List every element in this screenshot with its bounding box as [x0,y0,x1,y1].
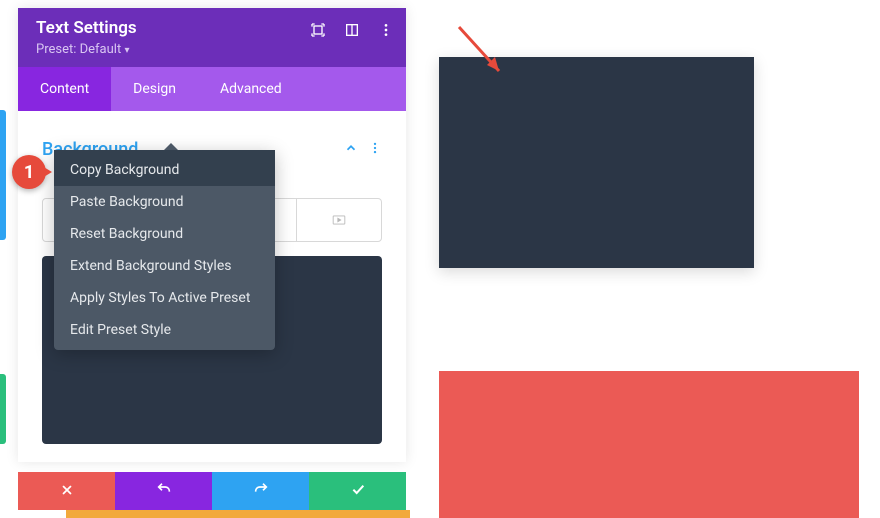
redo-button[interactable] [212,472,309,510]
kebab-menu-icon[interactable] [378,22,394,38]
menu-apply-styles-preset[interactable]: Apply Styles To Active Preset [54,282,275,314]
settings-tabs: Content Design Advanced [18,67,406,111]
annotation-arrow-icon [453,21,513,81]
page-preview-area [415,0,880,518]
tab-advanced[interactable]: Advanced [198,67,304,111]
bg-tab-video[interactable] [297,199,381,241]
tab-design[interactable]: Design [111,67,198,111]
cancel-button[interactable] [18,472,115,510]
menu-edit-preset-style[interactable]: Edit Preset Style [54,314,275,350]
header-icons [310,22,394,38]
preview-module-dark[interactable] [439,57,754,268]
save-button[interactable] [309,472,406,510]
menu-reset-background[interactable]: Reset Background [54,218,275,250]
step-badge-arrow [42,166,52,178]
expand-icon[interactable] [310,22,326,38]
left-edge-blue-marker [0,110,6,240]
step-badge-1: 1 [12,155,46,189]
chevron-down-icon: ▾ [124,45,129,56]
panel-header: Text Settings Preset: Default ▾ [18,8,406,67]
tab-content[interactable]: Content [18,67,111,111]
chevron-up-icon[interactable] [344,140,358,159]
close-icon [60,482,74,501]
preview-module-red[interactable] [439,371,859,518]
section-kebab-icon[interactable] [368,140,382,159]
redo-icon [253,481,269,501]
left-edge-green-marker [0,374,6,444]
menu-extend-background-styles[interactable]: Extend Background Styles [54,250,275,282]
preset-dropdown[interactable]: Preset: Default ▾ [36,42,388,57]
menu-copy-background[interactable]: Copy Background [54,150,275,186]
undo-button[interactable] [115,472,212,510]
undo-icon [156,481,172,501]
preset-label: Preset: Default [36,42,121,57]
orange-module-strip [66,510,410,518]
panel-footer [18,472,406,510]
snap-column-icon[interactable] [344,22,360,38]
check-icon [350,481,366,501]
background-context-menu: Copy Background Paste Background Reset B… [54,150,275,350]
menu-paste-background[interactable]: Paste Background [54,186,275,218]
